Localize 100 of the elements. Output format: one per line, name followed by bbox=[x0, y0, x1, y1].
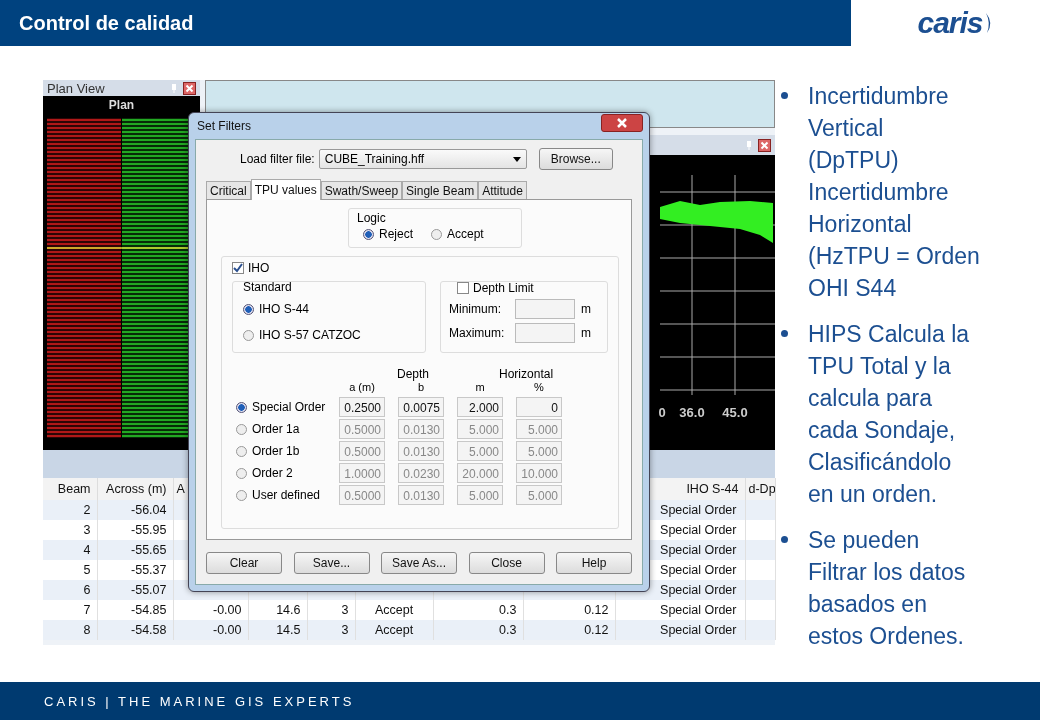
checkbox-label: Depth Limit bbox=[473, 281, 534, 295]
radio-button[interactable] bbox=[363, 228, 374, 240]
table-cell: -0.00 bbox=[213, 623, 242, 637]
checkbox[interactable] bbox=[232, 262, 244, 274]
table-cell: 14.5 bbox=[276, 623, 301, 637]
close-icon[interactable] bbox=[183, 81, 196, 95]
tab[interactable]: Attitude bbox=[478, 181, 527, 199]
dialog-button[interactable]: Close bbox=[468, 552, 545, 574]
radio-button[interactable] bbox=[243, 329, 254, 341]
footer-text: CARIS | THE MARINE GIS EXPERTS bbox=[44, 693, 355, 709]
column-header: a (m) bbox=[349, 381, 375, 393]
slide-title: Control de calidad bbox=[19, 11, 194, 35]
table-cell: -0.00 bbox=[213, 603, 242, 617]
field-label: Maximum: bbox=[449, 326, 506, 340]
close-button[interactable] bbox=[601, 114, 643, 132]
plot-title: Plan bbox=[108, 98, 135, 112]
column-header: b bbox=[417, 381, 425, 393]
checkbox-label: IHO bbox=[248, 261, 270, 275]
column-header: IHO S-44 bbox=[686, 482, 739, 496]
dialog-button[interactable]: Help bbox=[556, 552, 632, 574]
table-cell: Special Order bbox=[660, 503, 737, 517]
table-cell: -55.95 bbox=[131, 523, 167, 537]
radio-button[interactable] bbox=[236, 423, 247, 435]
table-cell: -56.04 bbox=[131, 503, 167, 517]
axis-tick-label: 45.0 bbox=[722, 405, 748, 420]
checkbox[interactable] bbox=[457, 282, 469, 294]
table-cell: -55.07 bbox=[131, 583, 167, 597]
value-field[interactable]: 0.2500 bbox=[339, 397, 385, 417]
tab[interactable]: Swath/Sweep bbox=[320, 181, 403, 199]
dialog-button[interactable]: Clear bbox=[206, 552, 282, 574]
radio-button[interactable] bbox=[236, 467, 247, 479]
bullet-icon bbox=[781, 92, 788, 99]
option-label: IHO S-57 CATZOC bbox=[259, 328, 361, 342]
bullet-text: Incertidumbre Vertical (DpTPU) Incertidumbre Horizontal (HzTPU = Orden OHI S44 bbox=[808, 82, 980, 303]
group-header: Depth bbox=[397, 367, 430, 379]
dialog-title: Set Filters bbox=[196, 119, 251, 133]
table-cell: 0.3 bbox=[499, 623, 517, 637]
value-field[interactable]: 0 bbox=[516, 397, 562, 417]
panel-title: Plan View bbox=[47, 80, 106, 96]
pin-icon[interactable] bbox=[171, 83, 177, 93]
table-cell: Special Order bbox=[660, 523, 737, 537]
table-cell: 3 bbox=[341, 603, 349, 617]
close-icon bbox=[617, 118, 627, 128]
tab[interactable]: TPU values bbox=[250, 179, 321, 200]
radio-button[interactable] bbox=[243, 303, 254, 315]
table-cell: 4 bbox=[83, 543, 91, 557]
table-cell: Special Order bbox=[660, 543, 737, 557]
table-cell: 3 bbox=[83, 523, 91, 537]
bullet-icon bbox=[781, 330, 788, 337]
table-cell: 8 bbox=[83, 623, 91, 637]
option-label: Order 2 bbox=[252, 466, 293, 480]
column-header: A bbox=[176, 482, 185, 496]
filter-file-dropdown[interactable]: CUBE_Training.hff bbox=[318, 149, 527, 169]
table-cell: Accept bbox=[374, 603, 414, 617]
option-label: Accept bbox=[447, 227, 484, 241]
table-cell: 7 bbox=[83, 603, 91, 617]
option-label: Reject bbox=[379, 227, 413, 241]
option-label: IHO S-44 bbox=[259, 302, 309, 316]
bullet-text: Se pueden Filtrar los datos basados en estos Ordenes. bbox=[808, 526, 967, 651]
table-cell: Special Order bbox=[660, 623, 737, 637]
table-cell: 5 bbox=[83, 563, 91, 577]
field-label: Load filter file: bbox=[240, 152, 315, 166]
axis-tick-label: 0 bbox=[658, 405, 666, 420]
unit-label: m bbox=[581, 302, 591, 316]
caret-icon bbox=[512, 156, 521, 162]
radio-button[interactable] bbox=[236, 401, 247, 413]
logo-text: caris bbox=[917, 6, 983, 40]
column-header: m bbox=[475, 381, 485, 393]
table-cell: -55.37 bbox=[131, 563, 167, 577]
dialog-button[interactable]: Save... bbox=[293, 552, 370, 574]
tab[interactable]: Critical bbox=[206, 181, 251, 199]
option-label: Order 1b bbox=[252, 444, 300, 458]
group-title: Logic bbox=[357, 211, 386, 225]
value-field[interactable]: 0.0075 bbox=[398, 397, 444, 417]
unit-label: m bbox=[581, 326, 591, 340]
table-cell: 3 bbox=[341, 623, 349, 637]
bullet-icon bbox=[781, 536, 788, 543]
option-label: User defined bbox=[252, 488, 321, 502]
tab[interactable]: Single Beam bbox=[402, 181, 479, 199]
table-cell: Special Order bbox=[660, 563, 737, 577]
table-cell: -54.58 bbox=[131, 623, 167, 637]
radio-button[interactable] bbox=[236, 489, 247, 501]
table-cell: Special Order bbox=[660, 583, 737, 597]
option-label: Special Order bbox=[252, 400, 326, 414]
table-cell: -55.65 bbox=[131, 543, 167, 557]
table-cell: Accept bbox=[374, 623, 414, 637]
radio-button[interactable] bbox=[431, 228, 442, 240]
value-field[interactable]: 2.000 bbox=[457, 397, 503, 417]
table-cell: 14.6 bbox=[276, 603, 301, 617]
table-cell: 0.12 bbox=[584, 603, 609, 617]
group-header: Horizontal bbox=[499, 367, 554, 379]
table-cell: 0.12 bbox=[584, 623, 609, 637]
browse-button[interactable]: Browse... bbox=[538, 148, 613, 170]
dialog-button[interactable]: Save As... bbox=[381, 552, 457, 574]
radio-button[interactable] bbox=[236, 445, 247, 457]
column-header: % bbox=[534, 381, 544, 393]
close-icon[interactable] bbox=[758, 138, 771, 152]
pin-icon[interactable] bbox=[746, 140, 752, 150]
bullet-text: HIPS Calcula la TPU Total y la calcula para cada Sondaje, Clasificándolo en un orden. bbox=[808, 320, 971, 509]
table-cell: 6 bbox=[83, 583, 91, 597]
